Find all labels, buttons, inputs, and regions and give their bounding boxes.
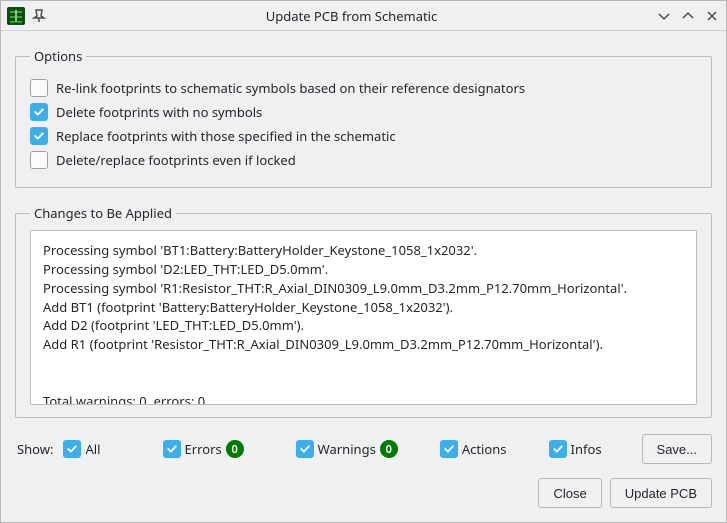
delete-nosym-checkbox[interactable] [30, 103, 48, 121]
options-legend: Options [30, 47, 86, 65]
changes-legend: Changes to Be Applied [30, 204, 176, 222]
filter-infos-label: Infos [571, 440, 602, 458]
filter-infos-checkbox[interactable] [549, 440, 567, 458]
replace-fp-checkbox[interactable] [30, 127, 48, 145]
minimize-icon[interactable] [656, 8, 672, 24]
relink-checkbox[interactable] [30, 79, 48, 97]
filter-errors-badge: 0 [226, 440, 244, 458]
replace-fp-label: Replace footprints with those specified … [56, 127, 396, 145]
delete-locked-checkbox[interactable] [30, 151, 48, 169]
titlebar: Update PCB from Schematic [1, 1, 726, 31]
options-group: Options Re-link footprints to schematic … [15, 47, 712, 188]
changes-group: Changes to Be Applied Processing symbol … [15, 204, 712, 418]
delete-locked-label: Delete/replace footprints even if locked [56, 151, 296, 169]
close-button[interactable]: Close [538, 478, 601, 508]
filter-warnings-checkbox[interactable] [296, 440, 314, 458]
pin-icon[interactable] [31, 8, 47, 24]
show-label: Show: [17, 440, 53, 458]
delete-nosym-label: Delete footprints with no symbols [56, 103, 262, 121]
filter-actions-label: Actions [462, 440, 507, 458]
app-icon [7, 7, 25, 25]
filter-all-checkbox[interactable] [63, 440, 81, 458]
dialog-window: Update PCB from Schematic Options Re-lin… [0, 0, 727, 523]
relink-label: Re-link footprints to schematic symbols … [56, 79, 525, 97]
filter-warnings-badge: 0 [380, 440, 398, 458]
filter-errors-checkbox[interactable] [163, 440, 181, 458]
maximize-icon[interactable] [680, 8, 696, 24]
close-icon[interactable] [704, 8, 720, 24]
dialog-buttons: Close Update PCB [1, 474, 726, 522]
update-pcb-button[interactable]: Update PCB [610, 478, 712, 508]
filter-warnings-label: Warnings [318, 440, 376, 458]
filter-errors-label: Errors [185, 440, 222, 458]
filter-row: Show: All Errors 0 Warnings 0 [1, 428, 726, 474]
filter-all-label: All [85, 440, 100, 458]
log-textarea[interactable]: Processing symbol 'BT1:Battery:BatteryHo… [30, 230, 697, 405]
window-title: Update PCB from Schematic [47, 7, 656, 25]
save-button[interactable]: Save... [642, 434, 712, 464]
filter-actions-checkbox[interactable] [440, 440, 458, 458]
